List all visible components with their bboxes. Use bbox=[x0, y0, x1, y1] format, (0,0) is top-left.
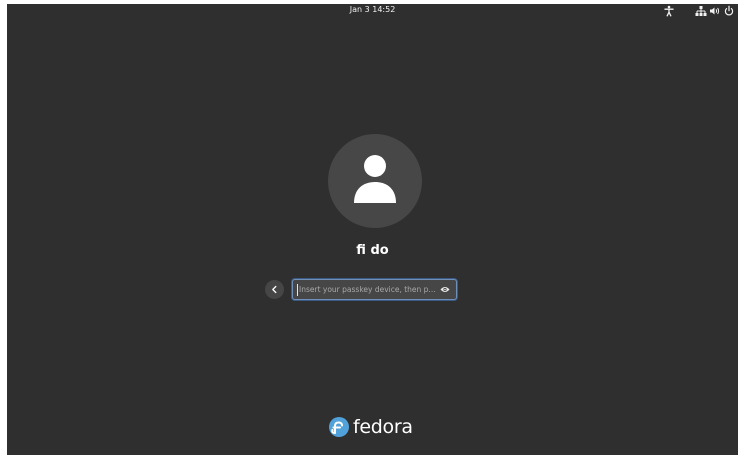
fedora-wordmark: fedora bbox=[353, 416, 413, 438]
user-avatar bbox=[328, 134, 422, 228]
entry-placeholder: Insert your passkey device, then p... bbox=[299, 285, 436, 294]
user-avatar-icon bbox=[354, 155, 396, 203]
power-icon[interactable] bbox=[723, 5, 735, 17]
password-entry[interactable]: Insert your passkey device, then p... bbox=[292, 279, 457, 300]
eye-icon[interactable] bbox=[440, 285, 450, 294]
date-time[interactable]: Jan 3 14:52 bbox=[7, 4, 738, 16]
text-cursor bbox=[297, 284, 298, 296]
network-wired-icon[interactable] bbox=[695, 5, 707, 17]
top-bar: Jan 3 14:52 bbox=[7, 4, 738, 18]
login-screen: Jan 3 14:52 fi do Insert your passkey de… bbox=[7, 4, 738, 455]
back-button[interactable] bbox=[265, 280, 284, 299]
accessibility-icon[interactable] bbox=[663, 5, 675, 17]
volume-icon[interactable] bbox=[709, 5, 721, 17]
fedora-badge-icon bbox=[329, 417, 349, 437]
username-label: fi do bbox=[356, 243, 389, 258]
chevron-left-icon bbox=[272, 285, 277, 294]
fedora-logo: fedora bbox=[329, 414, 429, 442]
